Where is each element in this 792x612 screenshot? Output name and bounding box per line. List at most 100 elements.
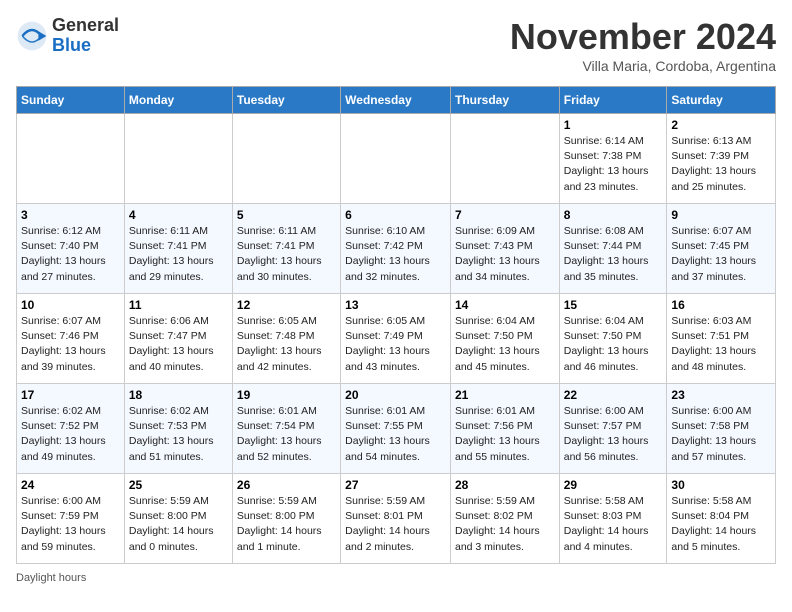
day-number: 24 [21, 478, 120, 492]
month-title: November 2024 [510, 16, 776, 58]
calendar-day-cell: 15 Sunrise: 6:04 AM Sunset: 7:50 PM Dayli… [559, 294, 667, 384]
calendar-table: SundayMondayTuesdayWednesdayThursdayFrid… [16, 86, 776, 564]
day-number: 7 [455, 208, 555, 222]
day-info: Sunrise: 6:11 AM Sunset: 7:41 PM Dayligh… [129, 224, 228, 285]
calendar-day-header: Thursday [450, 87, 559, 114]
day-number: 20 [345, 388, 446, 402]
day-info: Sunrise: 6:12 AM Sunset: 7:40 PM Dayligh… [21, 224, 120, 285]
day-info: Sunrise: 6:00 AM Sunset: 7:59 PM Dayligh… [21, 494, 120, 555]
logo-text: General Blue [52, 16, 119, 56]
day-info: Sunrise: 6:06 AM Sunset: 7:47 PM Dayligh… [129, 314, 228, 375]
day-info: Sunrise: 6:00 AM Sunset: 7:57 PM Dayligh… [564, 404, 663, 465]
day-info: Sunrise: 6:04 AM Sunset: 7:50 PM Dayligh… [564, 314, 663, 375]
day-number: 29 [564, 478, 663, 492]
day-number: 18 [129, 388, 228, 402]
logo-icon [16, 20, 48, 52]
calendar-day-cell: 7Sunrise: 6:09 AM Sunset: 7:43 PM Daylig… [450, 204, 559, 294]
calendar-week-row: 10 Sunrise: 6:07 AM Sunset: 7:46 PM Dayli… [17, 294, 776, 384]
calendar-day-cell: 28Sunrise: 5:59 AM Sunset: 8:02 PM Dayli… [450, 474, 559, 564]
calendar-day-cell: 27Sunrise: 5:59 AM Sunset: 8:01 PM Dayli… [341, 474, 451, 564]
calendar-day-header: Tuesday [232, 87, 340, 114]
calendar-day-cell: 19 Sunrise: 6:01 AM Sunset: 7:54 PM Dayli… [232, 384, 340, 474]
calendar-day-cell: 18 Sunrise: 6:02 AM Sunset: 7:53 PM Dayli… [124, 384, 232, 474]
day-info: Sunrise: 6:04 AM Sunset: 7:50 PM Dayligh… [455, 314, 555, 375]
day-number: 12 [237, 298, 336, 312]
day-info: Sunrise: 6:05 AM Sunset: 7:48 PM Dayligh… [237, 314, 336, 375]
calendar-day-cell [341, 114, 451, 204]
calendar-day-cell: 29 Sunrise: 5:58 AM Sunset: 8:03 PM Dayli… [559, 474, 667, 564]
day-number: 3 [21, 208, 120, 222]
day-number: 28 [455, 478, 555, 492]
logo-blue-text: Blue [52, 36, 119, 56]
calendar-day-cell: 10 Sunrise: 6:07 AM Sunset: 7:46 PM Dayli… [17, 294, 125, 384]
calendar-day-cell: 8Sunrise: 6:08 AM Sunset: 7:44 PM Daylig… [559, 204, 667, 294]
calendar-day-cell [450, 114, 559, 204]
day-number: 5 [237, 208, 336, 222]
day-info: Sunrise: 5:58 AM Sunset: 8:03 PM Dayligh… [564, 494, 663, 555]
calendar-day-cell: 20Sunrise: 6:01 AM Sunset: 7:55 PM Dayli… [341, 384, 451, 474]
calendar-day-cell [124, 114, 232, 204]
day-info: Sunrise: 6:07 AM Sunset: 7:46 PM Dayligh… [21, 314, 120, 375]
calendar-week-row: 17Sunrise: 6:02 AM Sunset: 7:52 PM Dayli… [17, 384, 776, 474]
day-number: 14 [455, 298, 555, 312]
calendar-day-cell [17, 114, 125, 204]
calendar-day-cell: 9 Sunrise: 6:07 AM Sunset: 7:45 PM Daylig… [667, 204, 776, 294]
calendar-day-cell: 13Sunrise: 6:05 AM Sunset: 7:49 PM Dayli… [341, 294, 451, 384]
day-info: Sunrise: 6:05 AM Sunset: 7:49 PM Dayligh… [345, 314, 446, 375]
day-info: Sunrise: 6:11 AM Sunset: 7:41 PM Dayligh… [237, 224, 336, 285]
day-number: 2 [671, 118, 771, 132]
calendar-day-header: Sunday [17, 87, 125, 114]
calendar-day-cell: 5 Sunrise: 6:11 AM Sunset: 7:41 PM Daylig… [232, 204, 340, 294]
day-number: 1 [564, 118, 663, 132]
day-number: 9 [671, 208, 771, 222]
calendar-day-cell: 3 Sunrise: 6:12 AM Sunset: 7:40 PM Daylig… [17, 204, 125, 294]
calendar-day-header: Saturday [667, 87, 776, 114]
calendar-day-cell: 24 Sunrise: 6:00 AM Sunset: 7:59 PM Dayli… [17, 474, 125, 564]
day-info: Sunrise: 6:01 AM Sunset: 7:56 PM Dayligh… [455, 404, 555, 465]
calendar-day-cell: 23Sunrise: 6:00 AM Sunset: 7:58 PM Dayli… [667, 384, 776, 474]
day-info: Sunrise: 5:59 AM Sunset: 8:00 PM Dayligh… [237, 494, 336, 555]
day-number: 19 [237, 388, 336, 402]
logo: General Blue [16, 16, 119, 56]
day-number: 16 [671, 298, 771, 312]
day-info: Sunrise: 5:58 AM Sunset: 8:04 PM Dayligh… [671, 494, 771, 555]
calendar-day-cell: 21 Sunrise: 6:01 AM Sunset: 7:56 PM Dayli… [450, 384, 559, 474]
day-number: 22 [564, 388, 663, 402]
day-info: Sunrise: 6:02 AM Sunset: 7:53 PM Dayligh… [129, 404, 228, 465]
title-block: November 2024 Villa Maria, Cordoba, Arge… [510, 16, 776, 74]
logo-general-text: General [52, 16, 119, 36]
calendar-day-cell: 12 Sunrise: 6:05 AM Sunset: 7:48 PM Dayli… [232, 294, 340, 384]
calendar-week-row: 1 Sunrise: 6:14 AM Sunset: 7:38 PM Daylig… [17, 114, 776, 204]
calendar-day-cell: 1 Sunrise: 6:14 AM Sunset: 7:38 PM Daylig… [559, 114, 667, 204]
calendar-week-row: 24 Sunrise: 6:00 AM Sunset: 7:59 PM Dayli… [17, 474, 776, 564]
day-number: 21 [455, 388, 555, 402]
calendar-day-header: Monday [124, 87, 232, 114]
calendar-day-cell: 4Sunrise: 6:11 AM Sunset: 7:41 PM Daylig… [124, 204, 232, 294]
calendar-day-cell: 17Sunrise: 6:02 AM Sunset: 7:52 PM Dayli… [17, 384, 125, 474]
day-info: Sunrise: 6:00 AM Sunset: 7:58 PM Dayligh… [671, 404, 771, 465]
day-info: Sunrise: 5:59 AM Sunset: 8:00 PM Dayligh… [129, 494, 228, 555]
day-number: 10 [21, 298, 120, 312]
day-info: Sunrise: 6:14 AM Sunset: 7:38 PM Dayligh… [564, 134, 663, 195]
calendar-day-cell: 30Sunrise: 5:58 AM Sunset: 8:04 PM Dayli… [667, 474, 776, 564]
day-number: 15 [564, 298, 663, 312]
day-info: Sunrise: 6:13 AM Sunset: 7:39 PM Dayligh… [671, 134, 771, 195]
calendar-day-cell: 11 Sunrise: 6:06 AM Sunset: 7:47 PM Dayli… [124, 294, 232, 384]
day-info: Sunrise: 6:10 AM Sunset: 7:42 PM Dayligh… [345, 224, 446, 285]
day-info: Sunrise: 6:01 AM Sunset: 7:54 PM Dayligh… [237, 404, 336, 465]
calendar-day-cell: 25Sunrise: 5:59 AM Sunset: 8:00 PM Dayli… [124, 474, 232, 564]
calendar-day-cell: 22 Sunrise: 6:00 AM Sunset: 7:57 PM Dayli… [559, 384, 667, 474]
day-number: 26 [237, 478, 336, 492]
daylight-hours-label: Daylight hours [16, 572, 86, 584]
day-number: 11 [129, 298, 228, 312]
day-number: 17 [21, 388, 120, 402]
day-info: Sunrise: 6:03 AM Sunset: 7:51 PM Dayligh… [671, 314, 771, 375]
calendar-header-row: SundayMondayTuesdayWednesdayThursdayFrid… [17, 87, 776, 114]
calendar-day-header: Wednesday [341, 87, 451, 114]
calendar-day-cell: 16 Sunrise: 6:03 AM Sunset: 7:51 PM Dayli… [667, 294, 776, 384]
calendar-day-cell: 26 Sunrise: 5:59 AM Sunset: 8:00 PM Dayli… [232, 474, 340, 564]
day-info: Sunrise: 6:07 AM Sunset: 7:45 PM Dayligh… [671, 224, 771, 285]
calendar-day-cell [232, 114, 340, 204]
day-number: 8 [564, 208, 663, 222]
calendar-week-row: 3 Sunrise: 6:12 AM Sunset: 7:40 PM Daylig… [17, 204, 776, 294]
